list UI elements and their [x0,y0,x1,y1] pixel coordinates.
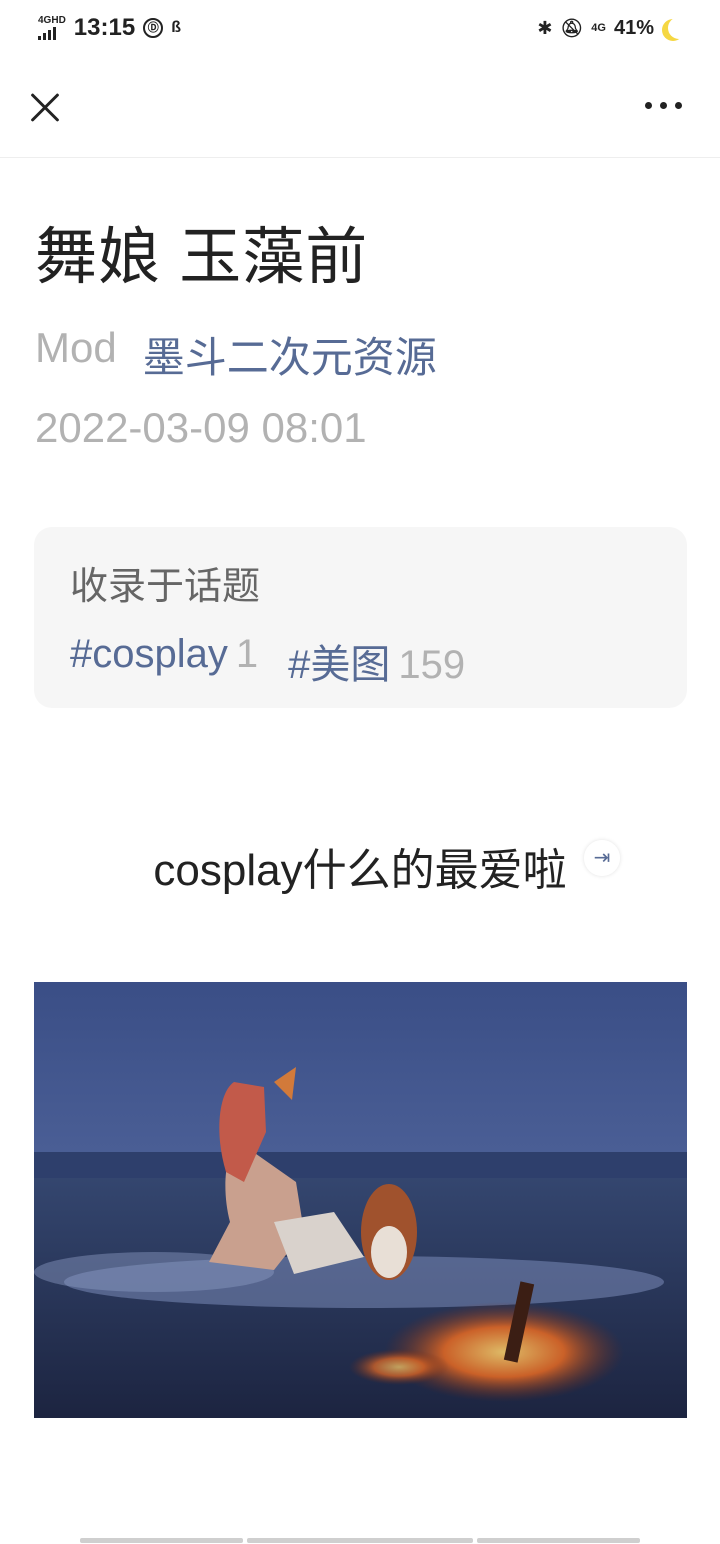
article-photo[interactable] [34,982,687,1418]
top-nav-bar [0,56,720,158]
battery-level: 41% [613,16,654,39]
article-title: 舞娘 玉藻前 [35,223,369,292]
article-meta: Mod 墨斗二次元资源 [35,324,437,385]
tag-count: 159 [398,643,466,687]
clock: 13:15 [73,14,136,41]
tag-name: #美图 [288,643,391,687]
more-icon[interactable] [645,102,682,109]
close-icon[interactable] [24,88,64,128]
expand-icon[interactable]: ⇥ [584,840,620,876]
notification-icon: Ⓓ [143,18,164,38]
mute-bell-icon: 🔕︎ [560,17,584,38]
screenshot-icon: ß [171,19,181,36]
bluetooth-icon: ✱ [537,17,553,38]
bottom-indicator [80,1538,640,1543]
network-indicator: 4GHD [38,16,66,40]
topic-tags: #cosplay 1 #美图 159 [70,632,651,690]
network-right-label: 4G [591,22,606,34]
night-mode-icon [668,17,690,39]
network-label: 4GHD [38,15,66,26]
signal-icon [38,26,56,40]
status-bar: 4GHD 13:15 Ⓓ ß ✱ 🔕︎ 4G 41% [0,0,720,56]
account-link[interactable]: 墨斗二次元资源 [143,324,437,385]
author-name: Mod [35,324,117,371]
topics-box: 收录于话题 #cosplay 1 #美图 159 [34,527,687,708]
topic-tag-meitu[interactable]: #美图 159 [288,632,465,690]
status-left: 4GHD 13:15 Ⓓ ß [38,14,191,42]
photo-illustration [34,982,687,1418]
topics-heading: 收录于话题 [70,566,261,608]
publish-date: 2022-03-09 08:01 [35,404,367,451]
tag-name: #cosplay [70,632,228,676]
topic-tag-cosplay[interactable]: #cosplay 1 [70,632,258,690]
tag-count: 1 [235,632,259,676]
status-right: ✱ 🔕︎ 4G 41% [537,17,684,40]
